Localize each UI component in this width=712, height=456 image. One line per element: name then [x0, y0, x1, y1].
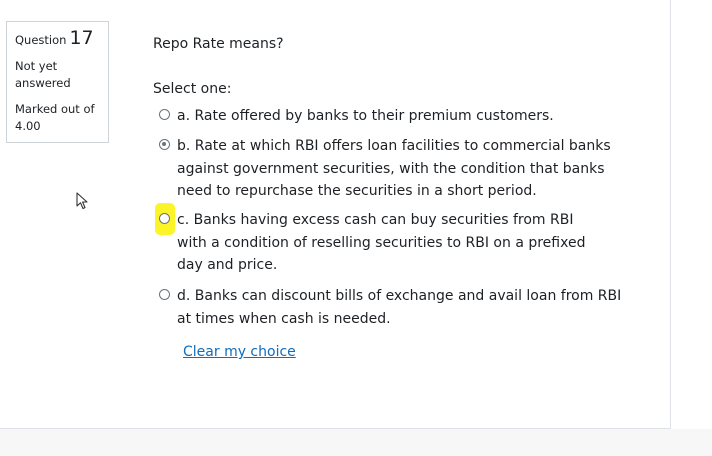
option-d-letter: d.	[177, 288, 191, 304]
question-state: Not yet answered	[15, 59, 71, 90]
mouse-pointer-icon	[76, 192, 88, 210]
question-content: Repo Rate means? Select one: a. Rate off…	[153, 33, 663, 360]
radio-option-d[interactable]	[159, 289, 170, 300]
option-a-label: Rate offered by banks to their premium c…	[194, 108, 554, 124]
clear-choice-link[interactable]: Clear my choice	[183, 344, 296, 360]
panel-right-border	[670, 0, 671, 428]
radio-option-c[interactable]	[159, 213, 170, 224]
option-c-text: c. Banks having excess cash can buy secu…	[177, 209, 607, 277]
question-number-line: Question 17	[15, 28, 108, 49]
option-c-label: Banks having excess cash can buy securit…	[177, 212, 586, 273]
question-text: Repo Rate means?	[153, 36, 284, 52]
question-label: Question	[15, 33, 67, 47]
radio-option-b[interactable]	[159, 139, 170, 150]
option-c-letter: c.	[177, 212, 190, 228]
option-b-text: b. Rate at which RBI offers loan facilit…	[177, 135, 629, 203]
option-a-letter: a.	[177, 108, 191, 124]
option-b-letter: b.	[177, 138, 191, 154]
option-d-label: Banks can discount bills of exchange and…	[177, 288, 622, 327]
question-number: 17	[69, 27, 94, 49]
select-prompt: Select one:	[153, 81, 232, 97]
question-grade: Marked out of 4.00	[15, 102, 95, 133]
quiz-page: Question 17 Not yet answered Marked out …	[0, 0, 712, 456]
option-a-text: a. Rate offered by banks to their premiu…	[177, 105, 647, 128]
option-b-label: Rate at which RBI offers loan facilities…	[177, 138, 611, 199]
footer-strip	[0, 429, 712, 456]
radio-option-a[interactable]	[159, 109, 170, 120]
option-d-text: d. Banks can discount bills of exchange …	[177, 285, 632, 330]
question-info-panel: Question 17 Not yet answered Marked out …	[6, 21, 109, 143]
